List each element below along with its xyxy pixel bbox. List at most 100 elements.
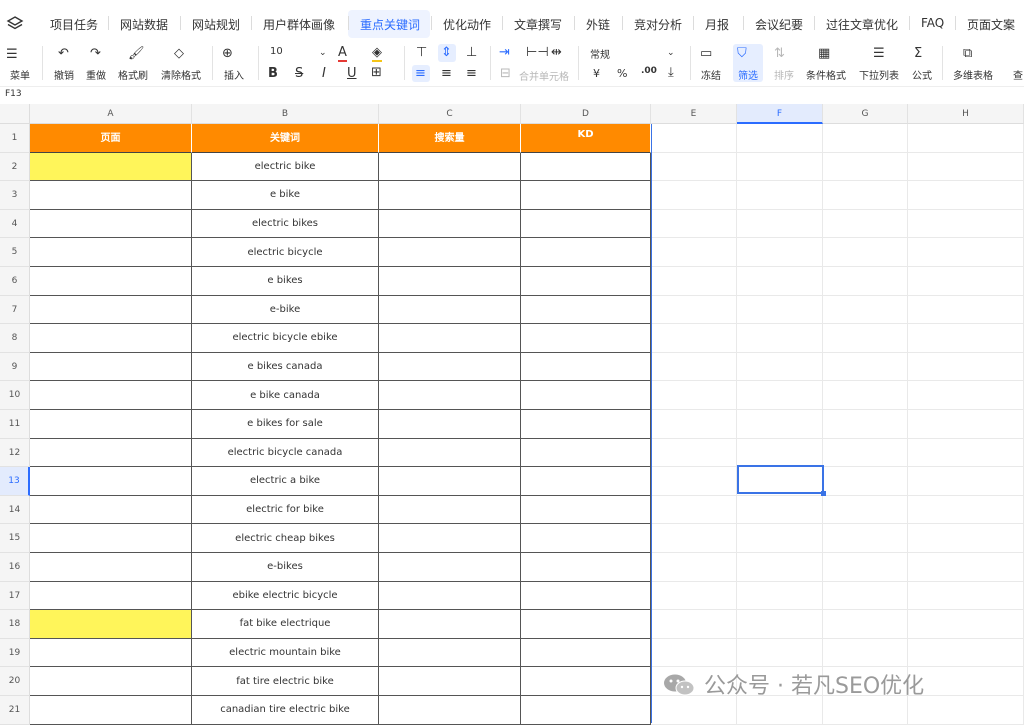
empty-cell[interactable]: [737, 524, 823, 553]
page-cell[interactable]: [30, 410, 192, 439]
kd-cell[interactable]: [521, 267, 651, 296]
column-header-e[interactable]: E: [651, 104, 737, 124]
freeze-button[interactable]: 冻结: [701, 67, 721, 82]
conditional-format-icon[interactable]: ▦: [818, 47, 830, 61]
empty-cell[interactable]: [651, 495, 737, 525]
row-header[interactable]: 9: [0, 352, 30, 382]
conditional-format-button[interactable]: 条件格式: [806, 67, 846, 82]
tab-14[interactable]: 页面文案: [967, 16, 1015, 33]
empty-cell[interactable]: [908, 667, 1024, 696]
column-header-d[interactable]: D: [521, 104, 651, 124]
search-volume-cell[interactable]: [379, 495, 521, 525]
empty-cell[interactable]: [737, 638, 823, 668]
empty-cell[interactable]: [737, 381, 823, 410]
chevron-down-icon[interactable]: ⌄: [667, 46, 675, 60]
dropdown-list-button[interactable]: 下拉列表: [859, 67, 899, 82]
empty-cell[interactable]: [908, 696, 1024, 725]
row-header[interactable]: 11: [0, 410, 30, 439]
keyword-cell[interactable]: electric bicycle: [192, 238, 379, 267]
tab-6[interactable]: 优化动作: [443, 16, 491, 33]
empty-cell[interactable]: [737, 238, 823, 267]
empty-cell[interactable]: [823, 267, 908, 296]
clear-format-button[interactable]: 清除格式: [161, 67, 201, 82]
page-cell[interactable]: [30, 438, 192, 468]
page-cell[interactable]: [30, 238, 192, 267]
row-header[interactable]: 21: [0, 696, 30, 725]
page-cell[interactable]: [30, 152, 192, 182]
format-painter-icon[interactable]: 🖌: [128, 47, 145, 61]
freeze-icon[interactable]: ▭: [700, 47, 712, 61]
keyword-cell[interactable]: electric bikes: [192, 209, 379, 239]
empty-cell[interactable]: [908, 410, 1024, 439]
kd-cell[interactable]: [521, 667, 651, 696]
redo-button[interactable]: 重做: [86, 67, 106, 82]
empty-cell[interactable]: [737, 152, 823, 182]
keyword-cell[interactable]: electric for bike: [192, 495, 379, 525]
empty-cell[interactable]: [823, 610, 908, 639]
border-icon[interactable]: ⊞: [371, 66, 382, 80]
empty-cell[interactable]: [823, 381, 908, 410]
empty-cell[interactable]: [737, 209, 823, 239]
empty-cell[interactable]: [908, 467, 1024, 496]
empty-cell[interactable]: [823, 352, 908, 382]
sort-button[interactable]: 排序: [774, 67, 794, 82]
kd-cell[interactable]: [521, 181, 651, 210]
percent-button[interactable]: %: [617, 67, 627, 80]
undo-icon[interactable]: ↶: [58, 47, 69, 61]
empty-cell[interactable]: [908, 553, 1024, 582]
empty-cell[interactable]: [823, 410, 908, 439]
keyword-cell[interactable]: electric bicycle canada: [192, 438, 379, 468]
fill-handle[interactable]: [821, 491, 826, 496]
search-volume-cell[interactable]: [379, 581, 521, 611]
sigma-icon[interactable]: Σ: [914, 47, 922, 61]
empty-cell[interactable]: [737, 181, 823, 210]
empty-cell[interactable]: [651, 638, 737, 668]
search-volume-cell[interactable]: [379, 438, 521, 468]
undo-button[interactable]: 撤销: [54, 67, 74, 82]
keyword-cell[interactable]: e bikes for sale: [192, 410, 379, 439]
align-bottom-icon[interactable]: ⊥: [466, 46, 477, 60]
decimal-decrease-icon[interactable]: ⤓: [668, 66, 674, 80]
number-format-select[interactable]: 常规: [590, 46, 610, 61]
tab-7[interactable]: 文章撰写: [514, 16, 562, 33]
formula-bar[interactable]: [0, 86, 1024, 105]
kd-cell[interactable]: [521, 467, 651, 496]
kd-cell[interactable]: [521, 495, 651, 525]
empty-cell[interactable]: [823, 467, 908, 496]
search-volume-cell[interactable]: [379, 324, 521, 353]
empty-cell[interactable]: [823, 181, 908, 210]
empty-cell[interactable]: [737, 553, 823, 582]
empty-cell[interactable]: [908, 324, 1024, 353]
search-volume-cell[interactable]: [379, 381, 521, 410]
align-middle-icon[interactable]: ⇕: [441, 46, 452, 60]
underline-icon[interactable]: U: [347, 67, 357, 81]
page-cell[interactable]: [30, 324, 192, 353]
cell-reference[interactable]: F13: [5, 89, 22, 99]
empty-cell[interactable]: [823, 238, 908, 267]
search-volume-cell[interactable]: [379, 352, 521, 382]
empty-cell[interactable]: [651, 467, 737, 496]
multi-table-icon[interactable]: ⧉: [963, 47, 972, 61]
search-volume-cell[interactable]: [379, 209, 521, 239]
empty-cell[interactable]: [737, 124, 823, 153]
row-header[interactable]: 19: [0, 638, 30, 668]
search-volume-cell[interactable]: [379, 610, 521, 639]
page-cell[interactable]: [30, 267, 192, 296]
filter-icon[interactable]: ⛉: [737, 47, 747, 61]
empty-cell[interactable]: [908, 267, 1024, 296]
row-header[interactable]: 4: [0, 209, 30, 239]
tab-11[interactable]: 会议纪要: [755, 16, 803, 33]
column-header-c[interactable]: C: [379, 104, 521, 124]
keyword-cell[interactable]: e bikes: [192, 267, 379, 296]
empty-cell[interactable]: [737, 581, 823, 611]
currency-button[interactable]: ¥: [593, 67, 600, 80]
text-direction-icon[interactable]: ⇹: [551, 46, 562, 60]
empty-cell[interactable]: [908, 610, 1024, 639]
format-painter-button[interactable]: 格式刷: [118, 67, 148, 82]
kd-cell[interactable]: [521, 696, 651, 725]
align-left-icon[interactable]: ≡: [415, 67, 426, 81]
eraser-icon[interactable]: ◇: [174, 47, 184, 61]
row-header[interactable]: 5: [0, 238, 30, 267]
empty-cell[interactable]: [908, 524, 1024, 553]
empty-cell[interactable]: [651, 696, 737, 725]
